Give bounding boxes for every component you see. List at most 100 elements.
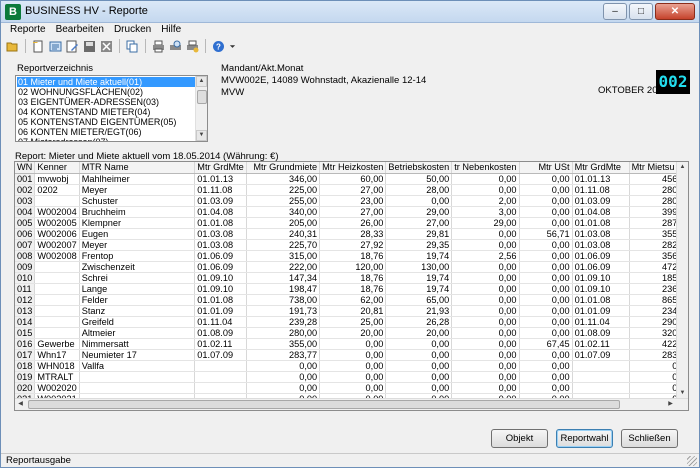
help-icon[interactable]: ? [211,39,226,53]
scroll-thumb[interactable] [28,400,620,409]
table-cell: 01.09.10 [194,283,247,295]
table-cell: 0,00 [246,371,321,383]
scroll-up-icon[interactable]: ▲ [677,162,688,173]
table-cell [34,327,80,339]
reportwahl-button[interactable]: Reportwahl [556,429,613,448]
schliessen-button[interactable]: Schließen [621,429,678,448]
table-cell: 0,00 [519,184,573,196]
table-row[interactable]: 019MTRALT0,000,000,000,000,000,0 [15,371,688,383]
table-row[interactable]: 007 W002007 Meyer 01.03.08 225,70 27,92 29,35 0… [15,239,688,251]
table-cell: 0,00 [519,239,573,251]
minimize-button[interactable]: – [603,3,627,20]
grid-vertical-scrollbar[interactable]: ▲ ▼ [676,162,688,399]
column-header[interactable]: MTR Name [79,162,196,174]
table-cell: 239,28 [246,316,321,328]
objekt-button[interactable]: Objekt [491,429,548,448]
column-header[interactable]: Mtr USt [519,162,573,174]
table-cell: 23,00 [319,195,387,207]
resize-grip-icon[interactable] [687,456,697,466]
list-item[interactable]: 01 Mieter und Miete aktuell(01) [17,77,195,87]
table-cell: W002008 [34,250,80,262]
table-row[interactable]: 012 Felder 01.01.08 738,00 62,00 65,00 0,00 0,0… [15,294,688,306]
list-item[interactable]: 06 KONTEN MIETER/EGT(06) [17,127,195,137]
table-cell: 19,74 [385,283,453,295]
copy-icon[interactable] [125,39,140,53]
table-row[interactable]: 008 W002008 Frentop 01.06.09 315,00 18,76 19,7… [15,250,688,262]
report-grid[interactable]: WN Kenner MTR Name Mtr GrdMte Mtr Grundmiete… [14,161,689,411]
table-row[interactable]: 002 0202 Meyer 01.11.08 225,00 27,00 28,00 0,00… [15,184,688,196]
delete-report-icon[interactable] [99,39,114,53]
table-row[interactable]: 015 Altmeier 01.08.09 280,00 20,00 20,00 0,00 0… [15,327,688,339]
folder-open-icon[interactable] [5,39,20,53]
list-item[interactable]: 02 WOHNUNGSFLÄCHEN(02) [17,87,195,97]
table-cell: 0,00 [519,272,573,284]
report-list[interactable]: 01 Mieter und Miete aktuell(01) 02 WOHNUN… [15,75,208,142]
maximize-button[interactable]: □ [629,3,653,20]
list-item[interactable]: 05 KONTENSTAND EIGENTÜMER(05) [17,117,195,127]
table-cell [194,360,247,372]
column-header[interactable]: WN [15,162,36,174]
list-item[interactable]: 03 EIGENTÜMER-ADRESSEN(03) [17,97,195,107]
table-row[interactable]: 014 Greifeld 01.11.04 239,28 25,00 26,28 0,00 0… [15,316,688,328]
table-cell: 0,00 [246,360,321,372]
column-header[interactable]: tr Nebenkosten [451,162,520,174]
list-item[interactable]: 04 KONTENSTAND MIETER(04) [17,107,195,117]
column-header[interactable]: Mtr Heizkosten [319,162,387,174]
table-cell: Greifeld [79,316,196,328]
table-row[interactable]: 017 Whn17 Neumieter 17 01.07.09 283,77 0,00 0,… [15,349,688,361]
table-row[interactable]: 004 W002004 Bruchheim 01.04.08 340,00 27,00 29… [15,206,688,218]
table-row[interactable]: 018WHN018Vallfa0,000,000,000,000,000,0 [15,360,688,372]
print-preview-icon[interactable] [168,39,183,53]
table-row[interactable]: 016 Gewerbe Nimmersatt 01.02.11 355,00 0,00 0,… [15,338,688,350]
scroll-right-icon[interactable]: ▶ [665,399,676,410]
table-row[interactable]: 020W0020200,000,000,000,000,000,0 [15,382,688,394]
menu-hilfe[interactable]: Hilfe [156,23,186,37]
table-cell: 013 [15,305,36,317]
table-row[interactable]: 010 Schrei 01.09.10 147,34 18,76 19,74 0,00 0,0… [15,272,688,284]
list-item[interactable]: 07 Mieteradressen(07) [17,137,195,141]
table-row[interactable]: 006 W002006 Eugen 01.03.08 240,31 28,33 29,81 0… [15,228,688,240]
column-header[interactable]: Mtr GrdMte [572,162,630,174]
svg-text:?: ? [216,42,221,51]
scroll-thumb[interactable] [197,90,207,104]
title-bar[interactable]: B BUSINESS HV - Reporte – □ ✕ [1,1,699,23]
column-header[interactable]: Betriebskosten [385,162,453,174]
table-cell: Schrei [79,272,196,284]
table-cell: Neumieter 17 [79,349,196,361]
table-cell: 0,00 [451,173,520,185]
menu-bearbeiten[interactable]: Bearbeiten [51,23,109,37]
report-list-icon[interactable] [48,39,63,53]
chevron-down-icon[interactable] [228,39,236,53]
table-cell: 010 [15,272,36,284]
menu-reporte[interactable]: Reporte [1,23,51,37]
table-row[interactable]: 011 Lange 01.09.10 198,47 18,76 19,74 0,00 0,00… [15,283,688,295]
table-cell: Eugen [79,228,196,240]
table-cell: 29,00 [385,206,453,218]
print-icon[interactable] [151,39,166,53]
table-cell: 0,00 [319,371,387,383]
save-report-icon[interactable] [82,39,97,53]
table-row[interactable]: 001 mvwobj Mahlheimer 01.01.13 346,00 60,00 50… [15,173,688,185]
table-row[interactable]: 005 W002005 Klempner 01.01.08 205,00 26,00 27,… [15,217,688,229]
scroll-up-icon[interactable]: ▲ [196,76,207,87]
table-cell [34,261,80,273]
table-row[interactable]: 003 Schuster 01.03.09 255,00 23,00 0,00 2,00 0,… [15,195,688,207]
column-header[interactable]: Kenner [34,162,80,174]
column-header[interactable]: Mtr GrdMte [194,162,247,174]
table-row[interactable]: 013 Stanz 01.01.09 191,73 20,81 21,93 0,00 0,00… [15,305,688,317]
report-list-scrollbar[interactable]: ▲ ▼ [195,76,207,141]
menu-drucken[interactable]: Drucken [109,23,156,37]
table-row[interactable]: 009 Zwischenzeit 01.06.09 222,00 120,00 130,0… [15,261,688,273]
grid-horizontal-scrollbar[interactable]: ◀ ▶ [15,398,688,410]
close-button[interactable]: ✕ [655,3,695,20]
report-table: WN Kenner MTR Name Mtr GrdMte Mtr Grundmiete… [15,162,688,405]
table-cell: 01.03.09 [572,195,630,207]
table-cell: 01.01.08 [194,294,247,306]
new-report-icon[interactable] [31,39,46,53]
edit-report-icon[interactable] [65,39,80,53]
print-setup-icon[interactable] [185,39,200,53]
table-cell: 0,00 [246,382,321,394]
scroll-left-icon[interactable]: ◀ [15,399,26,410]
scroll-down-icon[interactable]: ▼ [196,130,207,141]
column-header[interactable]: Mtr Grundmiete [246,162,321,174]
